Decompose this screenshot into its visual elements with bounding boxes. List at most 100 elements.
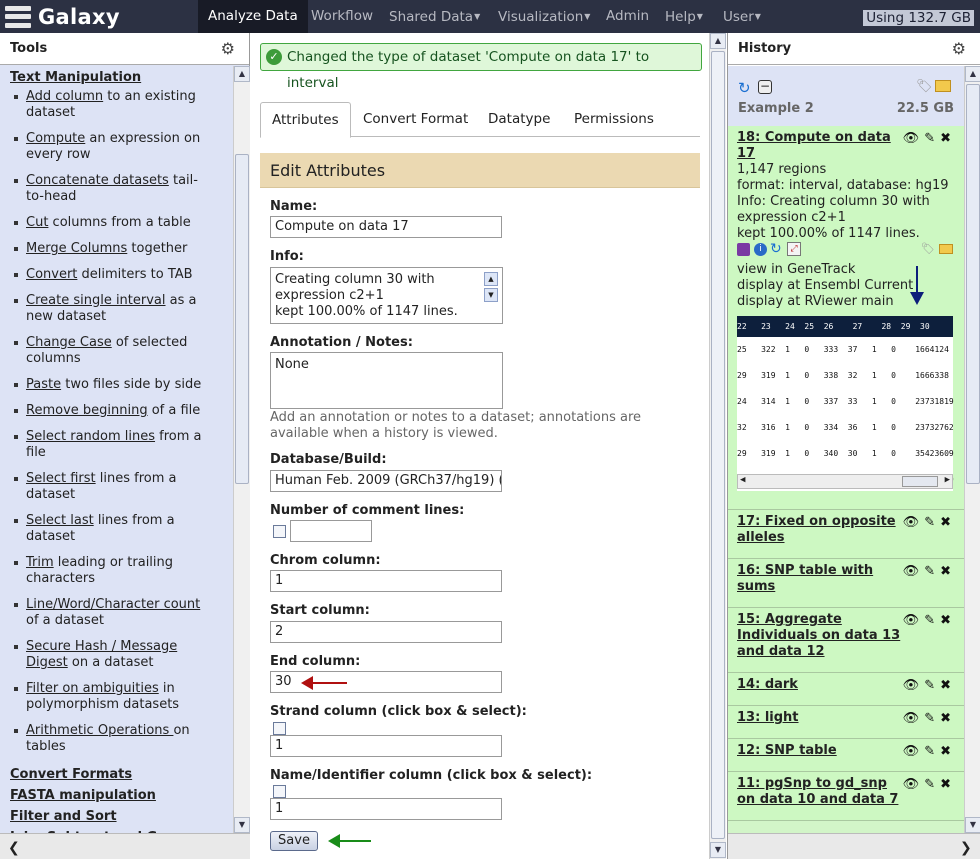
- database-build-select[interactable]: Human Feb. 2009 (GRCh37/hg19) (h: [270, 470, 502, 492]
- annotate-icon[interactable]: [935, 80, 951, 92]
- tool-link[interactable]: Change Case: [26, 335, 112, 350]
- comment-lines-checkbox[interactable]: [273, 525, 286, 538]
- start-column-select[interactable]: 2: [270, 621, 502, 643]
- pencil-icon[interactable]: ✎: [924, 711, 940, 726]
- tool-panel-scrollbar[interactable]: ▲ ▼: [233, 66, 250, 833]
- gear-icon[interactable]: ⚙: [952, 33, 966, 65]
- scroll-down-icon[interactable]: ▼: [710, 842, 726, 858]
- tool-link[interactable]: Cut: [26, 215, 48, 230]
- eye-icon[interactable]: 👁: [903, 613, 925, 628]
- dataset-title[interactable]: 12: SNP table: [737, 743, 902, 759]
- nav-admin[interactable]: Admin: [596, 0, 659, 33]
- eye-icon[interactable]: 👁: [903, 777, 925, 792]
- center-scrollbar[interactable]: ▲ ▼: [709, 33, 726, 859]
- scroll-down-icon[interactable]: ▼: [234, 817, 250, 833]
- tool-link[interactable]: Filter on ambiguities: [26, 681, 159, 696]
- history-name[interactable]: Example 2: [738, 101, 814, 116]
- nav-visualization[interactable]: Visualization▼: [488, 0, 600, 33]
- dataset-title[interactable]: 15: Aggregate Individuals on data 13 and…: [737, 612, 902, 660]
- pencil-icon[interactable]: ✎: [924, 678, 940, 693]
- tool-link[interactable]: Arithmetic Operations: [26, 723, 173, 738]
- quota-meter[interactable]: Using 132.7 GB: [863, 10, 974, 26]
- genetrack-link[interactable]: GeneTrack: [787, 262, 855, 277]
- rerun-icon[interactable]: ↻: [770, 241, 782, 257]
- tool-link[interactable]: Add column: [26, 89, 103, 104]
- scroll-up-icon[interactable]: ▲: [965, 66, 980, 82]
- strand-column-checkbox[interactable]: [273, 722, 286, 735]
- tool-link[interactable]: Select first: [26, 471, 96, 486]
- history-dataset-item[interactable]: 15: Aggregate Individuals on data 13 and…: [728, 608, 964, 673]
- delete-icon[interactable]: ✖: [940, 131, 956, 146]
- delete-icon[interactable]: ✖: [940, 678, 956, 693]
- name-identifier-checkbox[interactable]: [273, 785, 286, 798]
- delete-icon[interactable]: ✖: [940, 777, 956, 792]
- pencil-icon[interactable]: ✎: [924, 777, 940, 792]
- dataset-title[interactable]: 13: light: [737, 710, 902, 726]
- visualize-icon[interactable]: ⤢: [787, 242, 801, 256]
- pencil-icon[interactable]: ✎: [924, 564, 940, 579]
- tab-permissions[interactable]: Permissions: [563, 102, 665, 137]
- tool-section-title[interactable]: Convert Formats: [10, 765, 233, 785]
- history-dataset-item[interactable]: 13: light 👁✎✖: [728, 706, 964, 739]
- comment-lines-input[interactable]: [290, 520, 372, 542]
- pencil-icon[interactable]: ✎: [924, 131, 940, 146]
- tab-convert-format[interactable]: Convert Format: [352, 102, 479, 137]
- dataset-peek[interactable]: 22 23 24 25 26 27 28 29 30 25 322 1 0 33…: [737, 316, 954, 491]
- tool-link[interactable]: Select random lines: [26, 429, 155, 444]
- gear-icon[interactable]: ⚙: [221, 33, 235, 65]
- dataset-title[interactable]: 11: pgSnp to gd_snp on data 10 and data …: [737, 776, 902, 808]
- dataset-title[interactable]: 17: Fixed on opposite alleles: [737, 514, 902, 546]
- delete-icon[interactable]: ✖: [940, 515, 956, 530]
- nav-shared-data[interactable]: Shared Data▼: [379, 0, 490, 33]
- chrom-column-select[interactable]: 1: [270, 570, 502, 592]
- eye-icon[interactable]: 👁: [903, 711, 925, 726]
- annotation-textarea[interactable]: None: [270, 352, 503, 409]
- scroll-left-icon[interactable]: ◀: [740, 475, 745, 485]
- eye-icon[interactable]: 👁: [903, 131, 925, 146]
- tag-icon[interactable]: 🏷: [921, 242, 935, 255]
- name-input[interactable]: Compute on data 17: [270, 216, 502, 238]
- history-dataset-item[interactable]: 17: Fixed on opposite alleles 👁✎✖: [728, 510, 964, 559]
- rviewer-main-link[interactable]: main: [861, 294, 893, 309]
- save-icon[interactable]: [737, 243, 750, 256]
- refresh-icon[interactable]: ↻: [738, 79, 751, 97]
- annotate-icon[interactable]: [939, 244, 953, 254]
- tool-panel-collapse-bar[interactable]: ❮: [0, 833, 250, 859]
- pencil-icon[interactable]: ✎: [924, 744, 940, 759]
- pencil-icon[interactable]: ✎: [924, 515, 940, 530]
- eye-icon[interactable]: 👁: [903, 564, 925, 579]
- history-dataset-item[interactable]: 14: dark 👁✎✖: [728, 673, 964, 706]
- collapse-right-icon[interactable]: ❯: [960, 840, 972, 856]
- dataset-title[interactable]: 14: dark: [737, 677, 902, 693]
- scroll-thumb[interactable]: [711, 51, 725, 839]
- tab-attributes[interactable]: Attributes: [260, 102, 351, 138]
- save-button[interactable]: Save: [270, 831, 318, 851]
- scroll-down-icon[interactable]: ▼: [965, 817, 980, 833]
- ensembl-current-link[interactable]: Current: [864, 278, 913, 293]
- nav-analyze-data[interactable]: Analyze Data: [198, 0, 308, 33]
- tool-link[interactable]: Convert: [26, 267, 77, 282]
- delete-icon[interactable]: ✖: [940, 564, 956, 579]
- eye-icon[interactable]: 👁: [903, 678, 925, 693]
- scroll-up-icon[interactable]: ▲: [234, 66, 250, 82]
- history-collapse-bar[interactable]: ❯: [728, 833, 980, 859]
- history-dataset-item[interactable]: 16: SNP table with sums 👁✎✖: [728, 559, 964, 608]
- scroll-down-icon[interactable]: ▼: [484, 288, 498, 302]
- dataset-title[interactable]: 16: SNP table with sums: [737, 563, 902, 595]
- scroll-up-icon[interactable]: ▲: [710, 33, 726, 49]
- delete-icon[interactable]: ✖: [940, 711, 956, 726]
- tag-icon[interactable]: 🏷: [916, 79, 933, 94]
- history-dataset-item[interactable]: 12: SNP table 👁✎✖: [728, 739, 964, 772]
- collapse-left-icon[interactable]: ❮: [8, 840, 20, 856]
- tool-link[interactable]: Line/Word/Character count: [26, 597, 200, 612]
- name-identifier-select[interactable]: 1: [270, 798, 502, 820]
- scroll-up-icon[interactable]: ▲: [484, 272, 498, 286]
- delete-icon[interactable]: ✖: [940, 613, 956, 628]
- pencil-icon[interactable]: ✎: [924, 613, 940, 628]
- dataset-18[interactable]: 18: Compute on data 17 👁✎✖ 1,147 regions…: [728, 126, 964, 510]
- tool-link[interactable]: Trim: [26, 555, 54, 570]
- scroll-thumb[interactable]: [966, 84, 980, 484]
- tool-link[interactable]: Merge Columns: [26, 241, 127, 256]
- tool-section-title[interactable]: Text Manipulation: [10, 68, 233, 88]
- strand-column-select[interactable]: 1: [270, 735, 502, 757]
